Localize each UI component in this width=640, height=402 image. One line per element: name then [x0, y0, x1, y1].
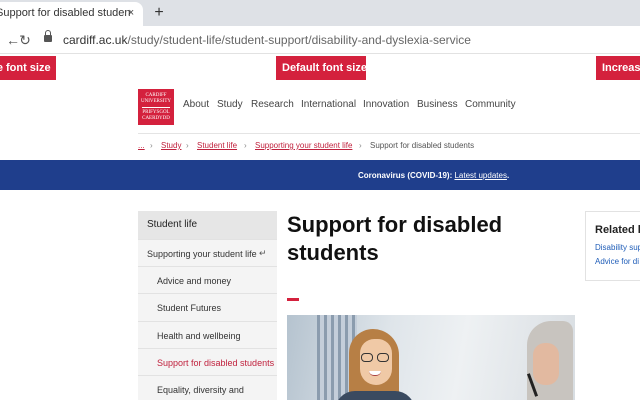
nav-study[interactable]: Study — [217, 99, 243, 110]
browser-toolbar: ← ↻ cardiff.ac.uk/study/student-life/stu… — [0, 26, 640, 54]
title-accent — [287, 298, 299, 301]
related-links-title: Related li — [595, 224, 640, 236]
sidebar-item-label: Advice and money — [157, 276, 232, 286]
breadcrumb-current: Support for disabled students — [370, 141, 475, 150]
breadcrumb-separator: › — [186, 141, 189, 150]
sidebar-item-futures[interactable]: Student Futures — [138, 293, 277, 320]
reload-icon[interactable]: ↻ — [16, 31, 34, 49]
site-header: CARDIFF UNIVERSITY PRIFYSGOL CAERDYDD Ab… — [0, 82, 640, 132]
tab-title: Support for disabled students - C — [0, 7, 131, 19]
latest-updates-link[interactable]: Latest updates — [454, 171, 506, 180]
nav-about[interactable]: About — [183, 99, 209, 110]
sidebar-heading[interactable]: Student life — [138, 211, 277, 239]
url-host: cardiff.ac.uk — [63, 33, 128, 47]
url-path: /study/student-life/student-support/disa… — [127, 33, 471, 47]
covid-banner: Coronavirus (COVID-19): Latest updates. — [0, 160, 640, 190]
browser-tab-bar: Support for disabled students - C × + — [0, 0, 640, 26]
sidebar-item-health[interactable]: Health and wellbeing — [138, 321, 277, 348]
decrease-font-button[interactable]: Decrease font size — [0, 56, 56, 80]
banner-label: Coronavirus (COVID-19): — [358, 171, 453, 180]
header-divider — [138, 133, 640, 134]
breadcrumb-separator: › — [150, 141, 153, 150]
sidebar-item-label: Supporting your student life — [147, 249, 257, 259]
banner-message: Coronavirus (COVID-19): Latest updates. — [358, 171, 509, 180]
breadcrumb-student-life[interactable]: Student life — [197, 141, 237, 150]
page-title: Support for disabled students — [287, 212, 503, 265]
increase-font-button[interactable]: Increase font size — [596, 56, 640, 80]
default-font-button[interactable]: Default font size — [276, 56, 366, 80]
sidebar-item-label: Support for disabled students — [157, 358, 275, 368]
sidebar-item-supporting[interactable]: Supporting your student life ↵ — [138, 239, 277, 266]
nav-business[interactable]: Business — [417, 99, 458, 110]
sidebar-item-advice[interactable]: Advice and money — [138, 266, 277, 293]
lock-icon[interactable] — [44, 30, 52, 43]
cardiff-university-logo[interactable]: CARDIFF UNIVERSITY PRIFYSGOL CAERDYDD — [138, 89, 174, 125]
sidebar-item-equality[interactable]: Equality, diversity and — [138, 375, 277, 402]
close-icon[interactable]: × — [124, 6, 138, 20]
nav-community[interactable]: Community — [465, 99, 516, 110]
banner-end: . — [506, 171, 510, 180]
breadcrumb-supporting[interactable]: Supporting your student life — [255, 141, 352, 150]
sidebar-item-label: Student Futures — [157, 303, 222, 313]
font-size-bar: Decrease font size Default font size Inc… — [0, 54, 640, 82]
breadcrumb-separator: › — [359, 141, 362, 150]
new-tab-icon[interactable]: + — [150, 4, 168, 22]
sidebar-item-label: Equality, diversity and — [157, 385, 244, 395]
address-bar[interactable]: cardiff.ac.uk/study/student-life/student… — [63, 33, 471, 47]
sidebar-item-disabled-support[interactable]: Support for disabled students — [138, 348, 277, 375]
nav-international[interactable]: International — [301, 99, 356, 110]
breadcrumb-separator: › — [244, 141, 247, 150]
sidebar-item-label: Health and wellbeing — [157, 331, 241, 341]
related-links-panel: Related li Disability sup Advice for di — [585, 211, 640, 281]
breadcrumb-study[interactable]: Study — [161, 141, 181, 150]
breadcrumb-ellipsis[interactable]: ... — [138, 141, 145, 150]
related-link-advice[interactable]: Advice for di — [595, 257, 639, 266]
hero-image — [287, 315, 575, 400]
browser-tab[interactable]: Support for disabled students - C × — [0, 2, 143, 26]
return-arrow-icon: ↵ — [259, 248, 267, 258]
sidebar: Student life Supporting your student lif… — [138, 211, 277, 400]
related-link-disability[interactable]: Disability sup — [595, 243, 640, 252]
nav-research[interactable]: Research — [251, 99, 294, 110]
nav-innovation[interactable]: Innovation — [363, 99, 409, 110]
